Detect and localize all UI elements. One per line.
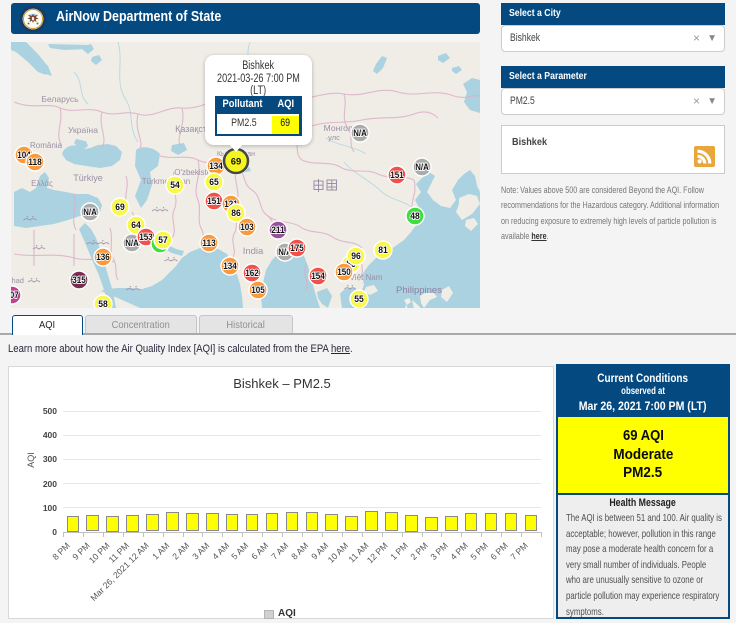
svg-text:151: 151: [207, 196, 221, 206]
svg-text:69: 69: [115, 202, 125, 212]
svg-text:136: 136: [96, 252, 110, 262]
svg-text:134: 134: [209, 161, 223, 171]
svg-text:307: 307: [11, 290, 19, 300]
svg-text:113: 113: [202, 238, 216, 248]
svg-text:улс: улс: [328, 133, 340, 142]
svg-text:153: 153: [139, 232, 153, 242]
svg-text:N/A: N/A: [83, 207, 97, 217]
svg-text:154: 154: [311, 271, 325, 281]
svg-text:151: 151: [390, 170, 404, 180]
svg-text:48: 48: [410, 211, 420, 221]
svg-text:175: 175: [290, 243, 304, 253]
svg-text:134: 134: [223, 261, 237, 271]
svg-text:Беларусь: Беларусь: [41, 94, 79, 104]
svg-text:România: România: [30, 141, 63, 150]
svg-text:58: 58: [98, 299, 108, 308]
svg-text:150: 150: [337, 267, 351, 277]
svg-text:65: 65: [209, 177, 219, 187]
svg-text:64: 64: [131, 220, 141, 230]
svg-text:Türkiye: Türkiye: [73, 173, 103, 183]
svg-text:86: 86: [231, 208, 241, 218]
svg-text:57: 57: [158, 235, 168, 245]
svg-text:N/A: N/A: [415, 162, 429, 172]
svg-text:Ελλάς: Ελλάς: [31, 179, 53, 188]
svg-text:103: 103: [240, 222, 254, 232]
svg-text:81: 81: [378, 245, 388, 255]
svg-text:N/A: N/A: [353, 128, 367, 138]
svg-text:315: 315: [72, 275, 86, 285]
svg-text:162: 162: [245, 268, 259, 278]
svg-text:211: 211: [271, 225, 285, 235]
svg-text:118: 118: [28, 157, 42, 167]
svg-text:105: 105: [251, 285, 265, 295]
svg-text:54: 54: [170, 180, 180, 190]
svg-text:55: 55: [354, 294, 364, 304]
svg-text:Україна: Україна: [68, 125, 98, 135]
svg-text:Chad: Chad: [11, 276, 24, 285]
svg-text:96: 96: [351, 251, 361, 261]
svg-text:Philippines: Philippines: [396, 285, 442, 296]
svg-text:India: India: [243, 246, 264, 257]
svg-text:Việt Nam: Việt Nam: [350, 273, 383, 282]
svg-text:69: 69: [231, 156, 242, 167]
